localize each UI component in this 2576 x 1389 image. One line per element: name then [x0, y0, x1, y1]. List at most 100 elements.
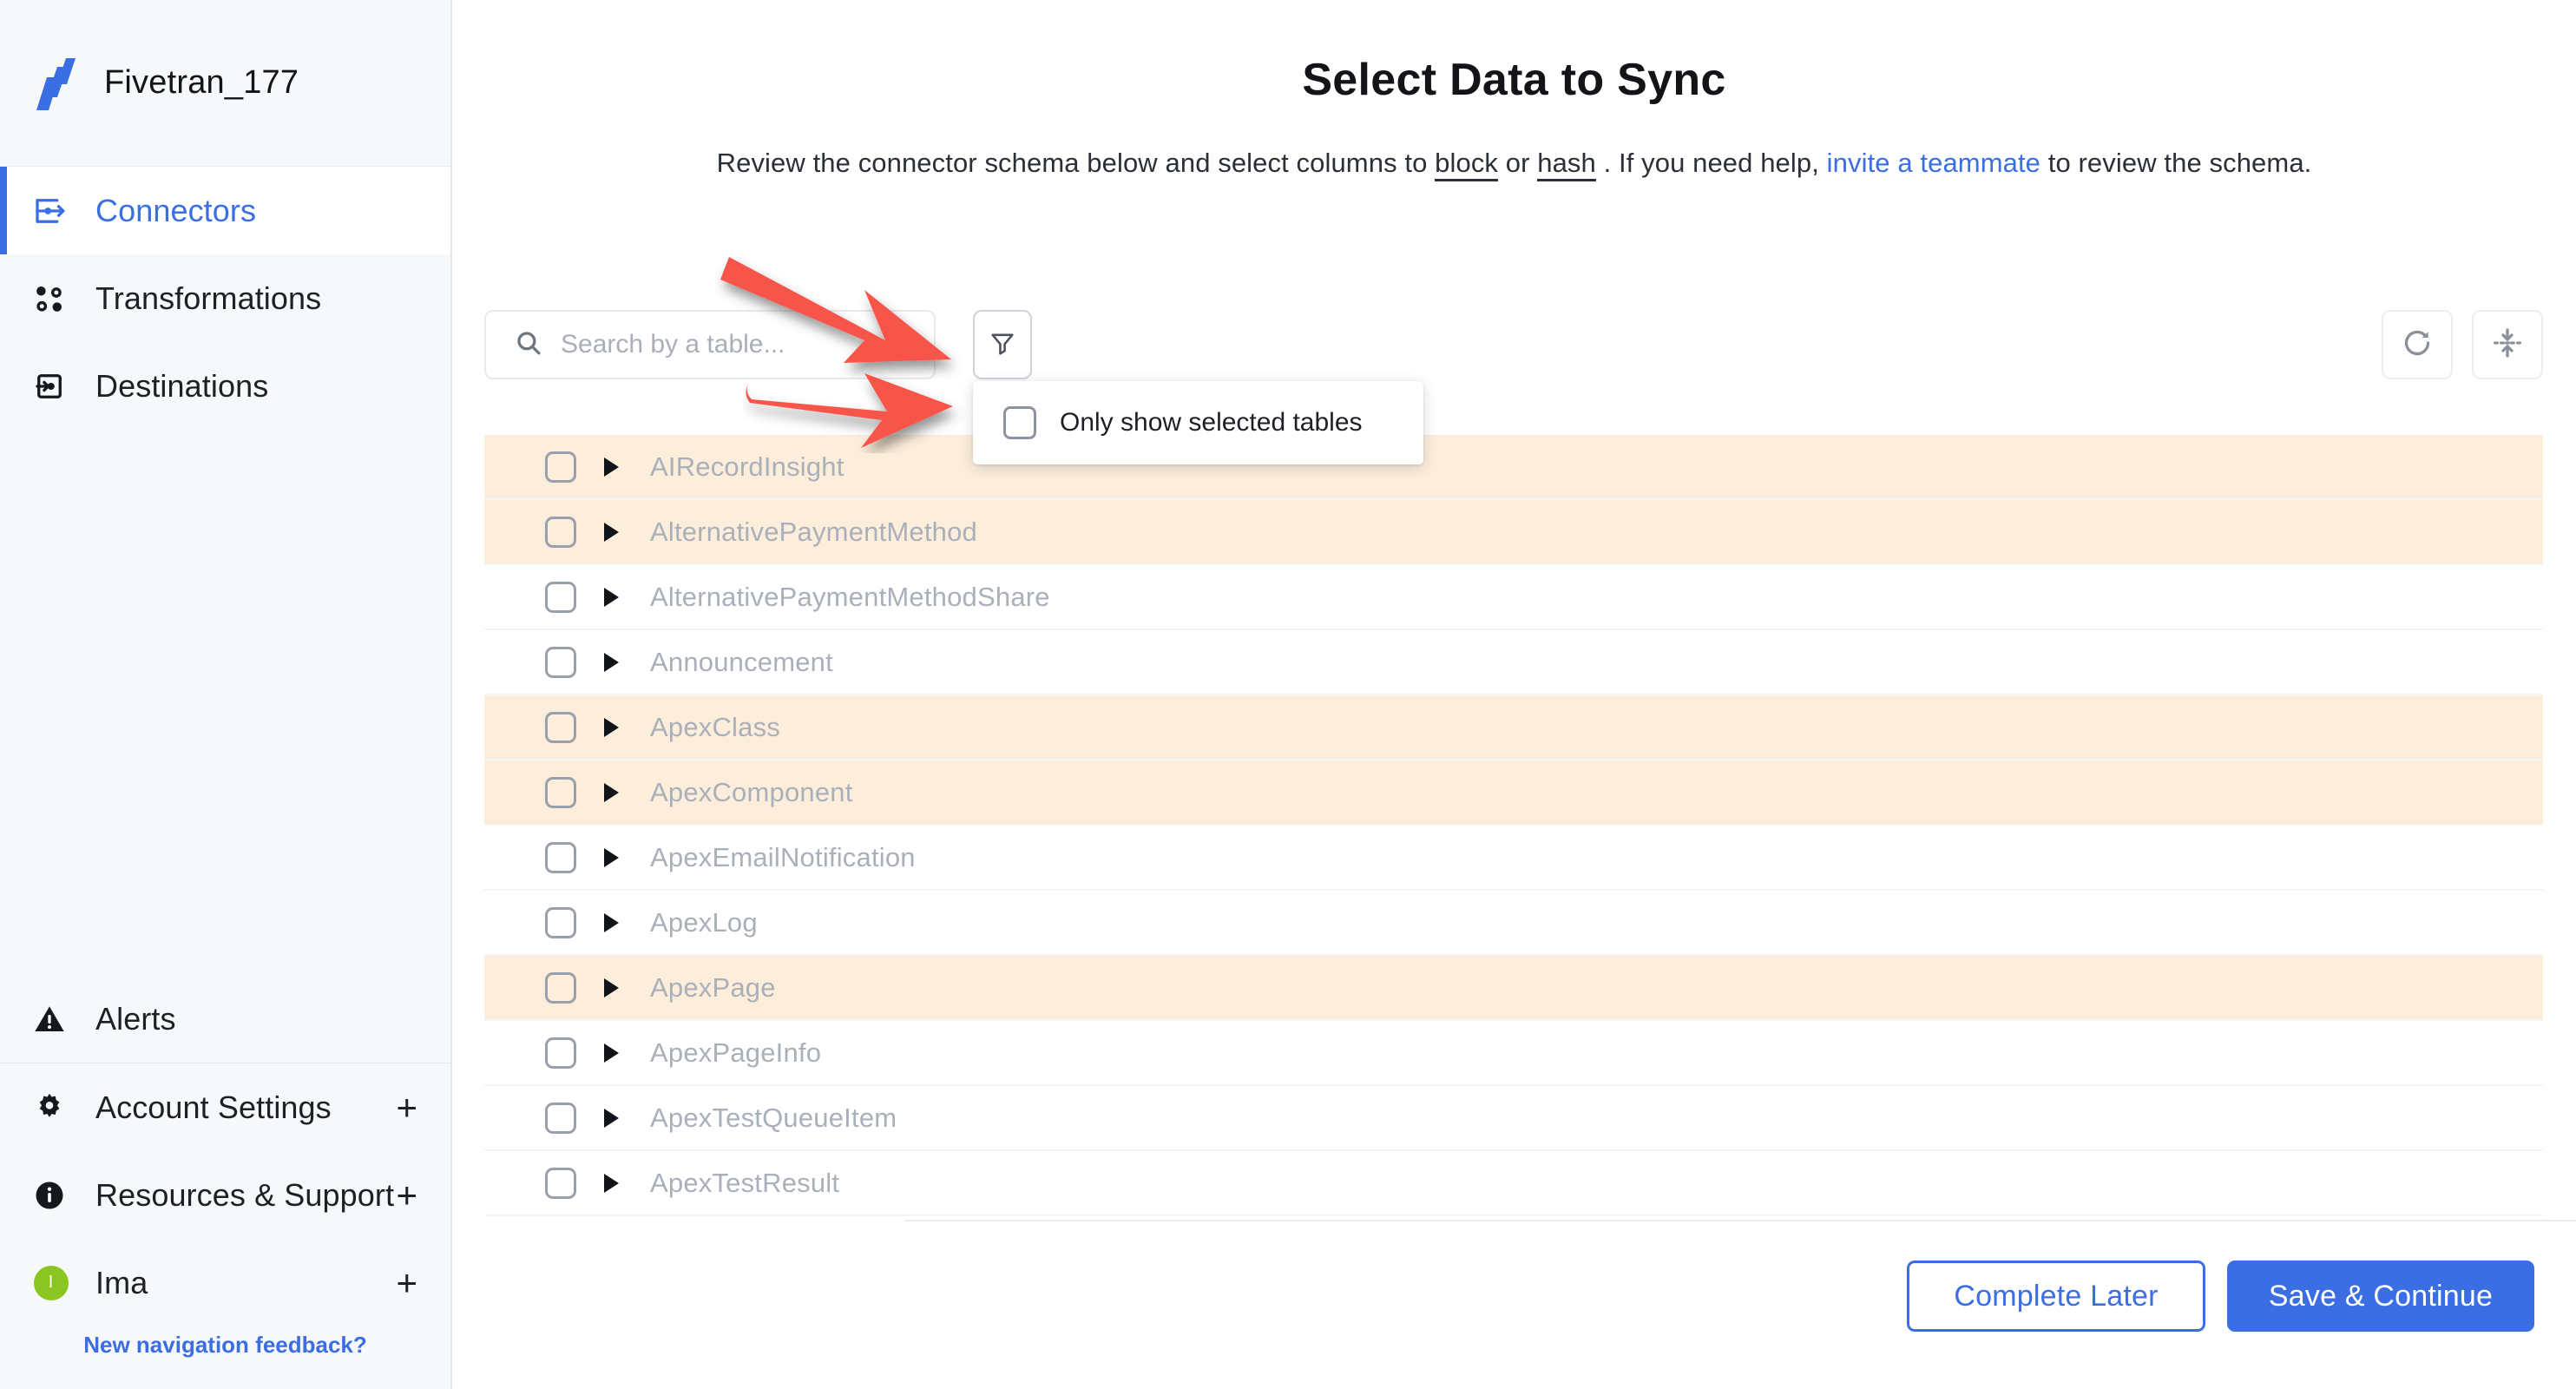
chevron-right-icon[interactable] [604, 652, 619, 672]
invite-teammate-link[interactable]: invite a teammate [1827, 148, 2040, 178]
chevron-right-icon[interactable] [604, 782, 619, 802]
table-row[interactable]: AlternativePaymentMethod [484, 500, 2543, 565]
table-select-checkbox[interactable] [545, 1037, 576, 1069]
sidebar-item-label: Ima [95, 1264, 148, 1300]
brand-name: Fivetran_177 [104, 64, 299, 101]
table-name: ApexEmailNotification [650, 841, 916, 872]
avatar-initial: I [33, 1265, 69, 1300]
chevron-right-icon[interactable] [604, 1108, 619, 1128]
info-circle-icon [30, 1175, 69, 1215]
footer-divider [904, 1220, 2576, 1221]
table-name: ApexPageInfo [650, 1037, 822, 1068]
table-row[interactable]: ApexClass [484, 695, 2543, 760]
sidebar-item-destinations[interactable]: Destinations [0, 342, 450, 430]
sidebar-item-transformations[interactable]: Transformations [0, 254, 450, 342]
feedback-link-label: New navigation feedback? [83, 1332, 367, 1358]
search-table-field[interactable]: Search by a table... [484, 310, 936, 379]
brand-header[interactable]: Fivetran_177 [0, 0, 450, 167]
table-row[interactable]: ApexTestQueueItem [484, 1086, 2543, 1151]
sidebar-item-alerts[interactable]: Alerts [0, 975, 450, 1063]
table-select-checkbox[interactable] [545, 971, 576, 1004]
complete-later-button[interactable]: Complete Later [1907, 1261, 2205, 1332]
refresh-button[interactable] [2382, 310, 2453, 379]
hash-tooltip-term[interactable]: hash [1537, 148, 1596, 181]
expand-plus-icon[interactable]: + [396, 1176, 417, 1214]
only-show-selected-tables-label: Only show selected tables [1060, 408, 1363, 437]
collapse-all-button[interactable] [2472, 310, 2543, 379]
table-select-checkbox[interactable] [545, 451, 576, 483]
sidebar: Fivetran_177 Connectors Transformations … [0, 0, 452, 1389]
sidebar-item-resources-support[interactable]: Resources & Support + [0, 1151, 450, 1239]
chevron-right-icon[interactable] [604, 717, 619, 737]
main-content: Select Data to Sync Review the connector… [452, 0, 2576, 1389]
table-select-checkbox[interactable] [545, 711, 576, 743]
save-and-continue-button[interactable]: Save & Continue [2227, 1261, 2534, 1332]
table-row[interactable]: ApexPageInfo [484, 1021, 2543, 1086]
toolbar: Search by a table... Only show selected … [484, 310, 2543, 464]
chevron-right-icon[interactable] [604, 457, 619, 477]
alert-triangle-icon [30, 999, 69, 1039]
chevron-right-icon[interactable] [604, 1173, 619, 1193]
table-name: Announcement [650, 646, 833, 677]
table-select-checkbox[interactable] [545, 516, 576, 548]
sidebar-item-user-account[interactable]: I Ima + [0, 1239, 450, 1326]
table-select-checkbox[interactable] [545, 776, 576, 808]
sidebar-item-connectors[interactable]: Connectors [0, 167, 450, 254]
filter-funnel-icon [988, 328, 1017, 362]
filter-dropdown-menu: Only show selected tables [973, 381, 1423, 464]
chevron-right-icon[interactable] [604, 587, 619, 607]
table-name: AlternativePaymentMethod [650, 516, 977, 547]
table-name: AlternativePaymentMethodShare [650, 581, 1050, 612]
chevron-right-icon[interactable] [604, 978, 619, 997]
chevron-right-icon[interactable] [604, 847, 619, 867]
block-tooltip-term[interactable]: block [1435, 148, 1499, 181]
refresh-icon [2400, 326, 2435, 365]
new-navigation-feedback-link[interactable]: New navigation feedback? [0, 1326, 450, 1389]
sidebar-item-label: Transformations [95, 280, 322, 316]
destinations-icon [30, 366, 69, 406]
chevron-right-icon[interactable] [604, 522, 619, 542]
subtitle-part-4: to review the schema. [2040, 148, 2312, 178]
table-select-checkbox[interactable] [545, 646, 576, 678]
table-row[interactable]: AIRecordInsight [484, 435, 2543, 500]
subtitle-part-3: . If you need help, [1595, 148, 1827, 178]
table-select-checkbox[interactable] [545, 841, 576, 873]
table-row[interactable]: ApexLog [484, 891, 2543, 956]
only-show-selected-tables-checkbox[interactable] [1003, 406, 1036, 439]
table-select-checkbox[interactable] [545, 906, 576, 938]
subtitle-part-1: Review the connector schema below and se… [716, 148, 1436, 178]
table-select-checkbox[interactable] [545, 581, 576, 613]
subtitle-part-2: or [1498, 148, 1538, 178]
sidebar-item-label: Account Settings [95, 1089, 332, 1125]
schema-table-list: AIRecordInsight AlternativePaymentMethod A… [484, 435, 2543, 1220]
expand-plus-icon[interactable]: + [396, 1264, 417, 1301]
table-row[interactable]: AlternativePaymentMethodShare [484, 565, 2543, 630]
table-row[interactable]: ApexTestResult [484, 1151, 2543, 1216]
chevron-right-icon[interactable] [604, 1043, 619, 1063]
table-select-checkbox[interactable] [545, 1102, 576, 1134]
table-name: ApexTestResult [650, 1167, 840, 1198]
sidebar-item-account-settings[interactable]: Account Settings + [0, 1063, 450, 1151]
gear-icon [30, 1088, 69, 1128]
table-row[interactable]: ApexEmailNotification [484, 826, 2543, 891]
sidebar-bottom-nav: Alerts Account Settings + Resources & Su… [0, 975, 450, 1389]
table-row[interactable]: ApexPage [484, 956, 2543, 1021]
table-row[interactable]: ApexComponent [484, 760, 2543, 826]
table-name: AIRecordInsight [650, 451, 844, 482]
search-input-placeholder: Search by a table... [561, 330, 785, 359]
collapse-all-icon [2490, 326, 2525, 365]
table-name: ApexClass [650, 711, 780, 742]
page-title: Select Data to Sync [1302, 55, 1726, 105]
table-row[interactable]: Announcement [484, 630, 2543, 695]
chevron-right-icon[interactable] [604, 912, 619, 932]
fivetran-logo-icon [30, 56, 80, 110]
table-select-checkbox[interactable] [545, 1167, 576, 1199]
footer-actions: Complete Later Save & Continue [1907, 1261, 2534, 1332]
page-subtitle: Review the connector schema below and se… [452, 148, 2576, 181]
expand-plus-icon[interactable]: + [396, 1089, 417, 1126]
table-name: ApexTestQueueItem [650, 1102, 897, 1133]
sidebar-main-nav: Connectors Transformations Destinations [0, 167, 450, 430]
filter-button[interactable] [973, 310, 1032, 379]
table-name: ApexComponent [650, 776, 853, 807]
